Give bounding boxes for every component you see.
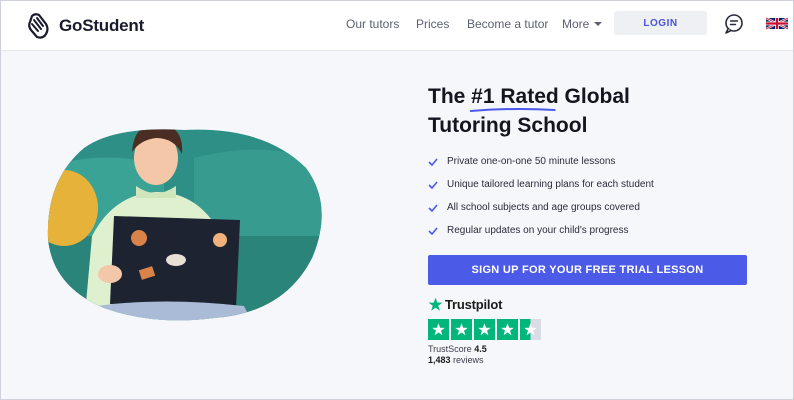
rating-star-icon [428, 319, 449, 340]
chat-bubble-icon[interactable] [723, 13, 745, 35]
brand-logo[interactable]: GoStudent [27, 11, 144, 41]
feature-item: Regular updates on your child's progress [428, 219, 654, 242]
rating-half-star-icon [520, 319, 541, 340]
feature-text: Unique tailored learning plans for each … [447, 179, 654, 190]
review-count[interactable]: 1,483 reviews [428, 355, 484, 365]
hero-headline: The #1 Rated Global Tutoring School [428, 82, 758, 140]
top-navbar: GoStudent Our tutors Prices Become a tut… [1, 1, 793, 51]
feature-item: Private one-on-one 50 minute lessons [428, 150, 654, 173]
nav-become-tutor[interactable]: Become a tutor [467, 17, 548, 31]
nav-more-dropdown[interactable]: More [562, 17, 603, 31]
headline-line2: Tutoring School [428, 114, 588, 137]
nav-more-label: More [562, 17, 590, 31]
check-icon [428, 203, 438, 212]
trustscore-label: TrustScore [428, 344, 475, 354]
feature-list: Private one-on-one 50 minute lessons Uni… [428, 150, 654, 242]
feature-text: Regular updates on your child's progress [447, 225, 629, 236]
check-icon [428, 226, 438, 235]
login-button[interactable]: LOGIN [614, 11, 707, 35]
student-with-laptop-image [47, 129, 322, 321]
brand-name: GoStudent [59, 16, 145, 35]
trustpilot-name: Trustpilot [445, 297, 503, 312]
trustpilot-brand[interactable]: Trustpilot [428, 297, 502, 312]
free-trial-signup-button[interactable]: SIGN UP FOR YOUR FREE TRIAL LESSON [428, 255, 747, 285]
headline-highlight-text: #1 Rated [471, 85, 559, 108]
feature-item: All school subjects and age groups cover… [428, 196, 654, 219]
nav-our-tutors[interactable]: Our tutors [346, 17, 399, 31]
trustpilot-star-icon [428, 297, 443, 311]
feature-text: Private one-on-one 50 minute lessons [447, 156, 616, 167]
rating-star-icon [451, 319, 472, 340]
feature-item: Unique tailored learning plans for each … [428, 173, 654, 196]
highlight-underline-icon [470, 107, 556, 112]
check-icon [428, 157, 438, 166]
rating-star-icon [497, 319, 518, 340]
uk-flag-icon[interactable] [766, 16, 788, 31]
trustpilot-rating-stars[interactable] [428, 319, 541, 340]
feature-text: All school subjects and age groups cover… [447, 202, 640, 213]
hand-logo-icon [28, 13, 49, 39]
chevron-down-icon [594, 22, 603, 26]
rating-star-icon [474, 319, 495, 340]
check-icon [428, 180, 438, 189]
review-count-value: 1,483 [428, 355, 451, 365]
headline-prefix: The [428, 85, 472, 108]
headline-mid: Global [558, 85, 630, 108]
trustscore: TrustScore 4.5 [428, 344, 487, 354]
headline-highlight: #1 Rated [470, 82, 559, 112]
nav-prices[interactable]: Prices [416, 17, 449, 31]
review-count-label: reviews [450, 355, 484, 365]
trustscore-value: 4.5 [474, 344, 487, 354]
